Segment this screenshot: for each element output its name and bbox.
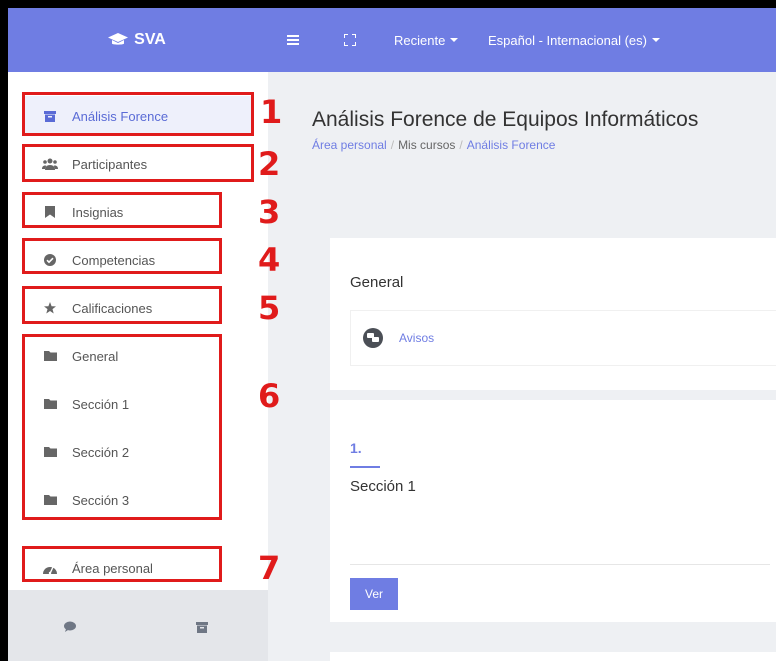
breadcrumb-separator: / <box>390 138 395 152</box>
section-number: 1. <box>350 440 362 456</box>
activity-link[interactable]: Avisos <box>399 331 434 345</box>
view-button[interactable]: Ver <box>350 578 398 610</box>
archive-icon[interactable] <box>196 620 208 638</box>
top-navbar: SVA Reciente Español - Internacional (es… <box>8 8 776 72</box>
section-general-card: General Avisos <box>330 238 776 390</box>
annotation-box-1 <box>22 92 254 136</box>
page-title: Análisis Forence de Equipos Informáticos <box>312 108 699 131</box>
annotation-box-7 <box>22 546 222 582</box>
divider <box>350 564 770 565</box>
annotation-box-5 <box>22 286 222 324</box>
section-title: General <box>350 274 404 291</box>
sidebar-footer <box>8 590 268 661</box>
section-1-card: 1. Sección 1 Ver <box>330 400 776 622</box>
annotation-box-3 <box>22 192 222 228</box>
menu-toggle-button[interactable] <box>287 8 299 72</box>
breadcrumb-link-course[interactable]: Análisis Forence <box>467 138 556 152</box>
breadcrumb-separator: / <box>459 138 463 152</box>
recent-label: Reciente <box>394 32 446 48</box>
annotation-box-4 <box>22 238 222 274</box>
recent-dropdown[interactable]: Reciente <box>394 8 459 72</box>
annotation-box-6 <box>22 334 222 520</box>
forum-icon <box>363 328 383 348</box>
fullscreen-button[interactable] <box>344 8 356 72</box>
chevron-down-icon <box>450 38 459 42</box>
activity-forum[interactable]: Avisos <box>350 310 776 366</box>
comments-icon[interactable] <box>64 620 78 638</box>
app-window: SVA Reciente Español - Internacional (es… <box>8 8 776 661</box>
language-label: Español - Internacional (es) <box>488 32 647 48</box>
main-content: Análisis Forence de Equipos Informáticos… <box>268 72 776 661</box>
breadcrumb-link-dashboard[interactable]: Área personal <box>312 138 387 152</box>
section-next-card <box>330 652 776 661</box>
expand-icon <box>344 34 356 46</box>
section-title: Sección 1 <box>350 478 416 495</box>
brand-logo[interactable]: SVA <box>8 8 266 72</box>
annotation-box-2 <box>22 144 254 182</box>
section-underline <box>350 466 380 468</box>
breadcrumb-my-courses[interactable]: Mis cursos <box>398 138 455 152</box>
graduation-cap-icon <box>108 33 129 45</box>
hamburger-icon <box>287 35 299 45</box>
language-dropdown[interactable]: Español - Internacional (es) <box>488 8 660 72</box>
chevron-down-icon <box>651 38 660 42</box>
brand-name: SVA <box>134 31 166 48</box>
breadcrumb: Área personal / Mis cursos / Análisis Forenc… <box>312 138 555 152</box>
